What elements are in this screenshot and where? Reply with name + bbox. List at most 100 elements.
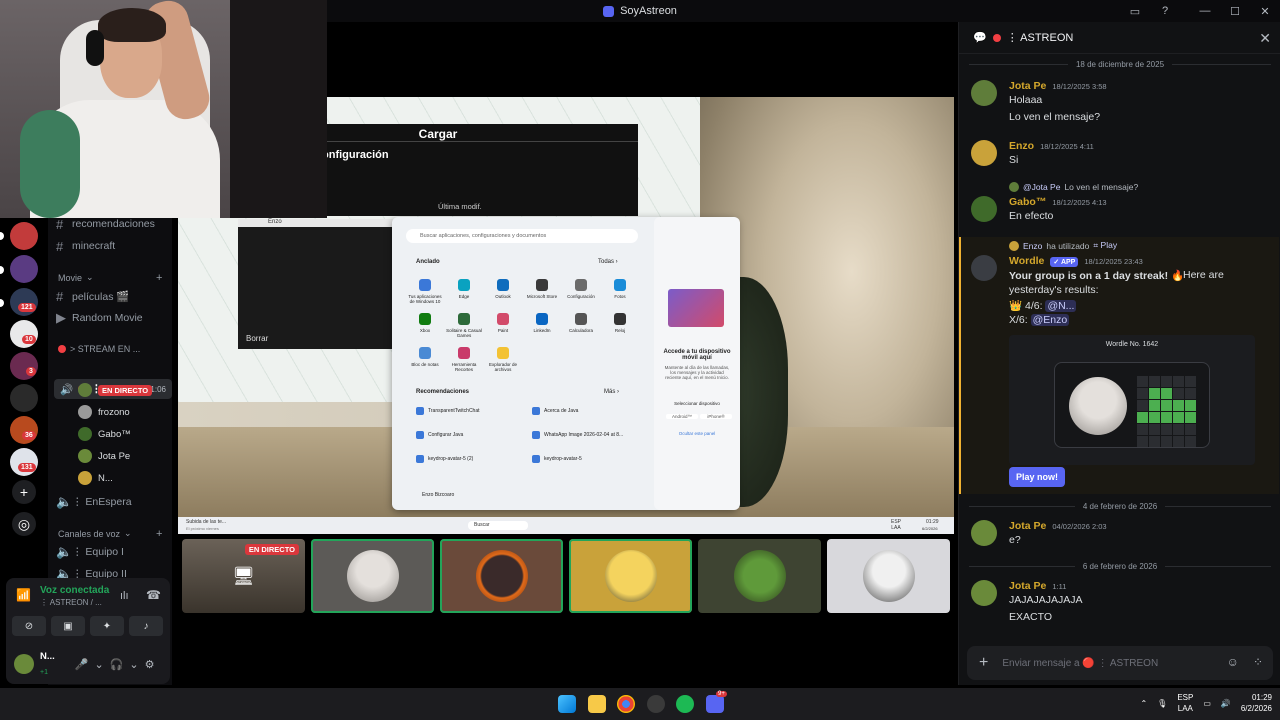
- language-indicator[interactable]: ESP LAA: [1177, 692, 1193, 714]
- stream-tile[interactable]: EN DIRECTO 🖥: [182, 539, 305, 613]
- avatar[interactable]: [971, 140, 997, 166]
- add-channel-icon[interactable]: +: [156, 528, 162, 540]
- voice-user-row[interactable]: frozono: [78, 402, 130, 422]
- voice-user-name: frozono: [98, 406, 130, 418]
- voice-user-row[interactable]: Gabo™: [78, 424, 131, 444]
- add-server-icon[interactable]: +: [12, 480, 36, 504]
- maximize-button[interactable]: ☐: [1220, 5, 1250, 18]
- chevron-down-icon[interactable]: ⌄: [94, 658, 103, 671]
- timestamp: 18/12/2025 4:11: [1040, 142, 1094, 151]
- activities-button[interactable]: ✦: [90, 616, 124, 636]
- emoji-icon[interactable]: ☺: [1227, 655, 1239, 669]
- voice-status[interactable]: Voz conectada: [40, 585, 109, 596]
- play-now-button[interactable]: Play now!: [1009, 467, 1065, 487]
- server-icon[interactable]: [10, 416, 38, 444]
- reply-reference[interactable]: @Jota Pe Lo ven el mensaje?: [1009, 182, 1138, 192]
- apps-icon[interactable]: ⁘: [1253, 655, 1263, 669]
- avatar[interactable]: [14, 654, 34, 674]
- chat-bubble-icon: 💬: [973, 32, 987, 44]
- voice-user-row[interactable]: EN DIRECTO: [78, 380, 153, 400]
- wordle-cell: [1137, 436, 1148, 447]
- recommendation-label: TransparentTwitchChat: [428, 408, 480, 414]
- author-name[interactable]: Jota Pe: [1009, 580, 1046, 592]
- channel-random-movie[interactable]: ▶ Random Movie: [56, 308, 143, 328]
- gear-icon[interactable]: ⚙: [145, 658, 155, 671]
- close-icon[interactable]: ✕: [1259, 30, 1271, 47]
- channel-en-espera[interactable]: 🔈 ⋮ EnEspera: [56, 492, 132, 512]
- discover-icon[interactable]: ◎: [12, 512, 36, 536]
- screen-share-button[interactable]: ▣: [51, 616, 85, 636]
- help-icon[interactable]: ?: [1150, 5, 1180, 17]
- category-label: > STREAM EN ...: [70, 344, 141, 354]
- add-attachment-icon[interactable]: +: [979, 654, 988, 672]
- volume-icon[interactable]: 🔊: [1221, 699, 1231, 708]
- soundboard-button[interactable]: ♪: [129, 616, 163, 636]
- server-icon[interactable]: [10, 222, 38, 250]
- category-stream[interactable]: > STREAM EN ...: [58, 344, 140, 354]
- wordle-cell: [1161, 376, 1172, 387]
- wordle-avatar[interactable]: [971, 255, 997, 281]
- author-name[interactable]: Gabo™: [1009, 196, 1046, 208]
- camera-button[interactable]: ⊘: [12, 616, 46, 636]
- recommendation-item: TransparentTwitchChat: [416, 407, 480, 415]
- live-badge: EN DIRECTO: [244, 544, 299, 555]
- reply-reference[interactable]: Enzo ha utilizado ⌗ Play: [1009, 240, 1117, 251]
- user-mention[interactable]: @N...: [1045, 300, 1077, 312]
- spotify-icon[interactable]: [676, 695, 694, 713]
- headphones-icon[interactable]: 🎧: [110, 658, 124, 671]
- minimize-button[interactable]: —: [1190, 5, 1220, 17]
- date-divider: 6 de febrero de 2026: [969, 560, 1271, 572]
- server-icon[interactable]: [10, 255, 38, 283]
- participant-tile[interactable]: [440, 539, 563, 613]
- date-divider: 4 de febrero de 2026: [969, 500, 1271, 512]
- chrome-icon[interactable]: [617, 695, 635, 713]
- chevron-down-icon[interactable]: ⌄: [129, 658, 138, 671]
- clock[interactable]: 01:29 6/2/2026: [1241, 692, 1272, 714]
- pinned-app: Edge: [445, 279, 483, 299]
- server-icon[interactable]: [10, 320, 38, 348]
- author-name[interactable]: Wordle: [1009, 255, 1044, 267]
- display-icon[interactable]: ▭: [1203, 699, 1211, 708]
- server-icon[interactable]: [10, 352, 38, 380]
- add-channel-icon[interactable]: +: [156, 272, 162, 284]
- message-input[interactable]: + Enviar mensaje a 🔴 ⋮ ASTREON ☺ ⁘: [967, 646, 1273, 680]
- participant-tile[interactable]: [569, 539, 692, 613]
- pinned-app: Calculadora: [562, 313, 600, 333]
- channel-peliculas[interactable]: # películas 🎬: [56, 286, 129, 306]
- microphone-icon[interactable]: 🎤: [75, 658, 89, 671]
- obs-icon[interactable]: [647, 695, 665, 713]
- discord-icon[interactable]: [706, 695, 724, 713]
- category-movie[interactable]: Movie ⌄ +: [58, 272, 162, 284]
- avatar[interactable]: [971, 520, 997, 546]
- chevron-up-icon[interactable]: ⌃: [1140, 699, 1147, 708]
- microphone-icon[interactable]: 🎙: [1157, 699, 1167, 708]
- category-voice[interactable]: Canales de voz ⌄ +: [58, 528, 162, 540]
- participant-tile[interactable]: [827, 539, 950, 613]
- app-label: Calculadora: [568, 328, 593, 333]
- timestamp: 18/12/2025 3:58: [1052, 82, 1107, 91]
- user-mention[interactable]: @Enzo: [1030, 314, 1070, 326]
- participant-tile[interactable]: [698, 539, 821, 613]
- avatar[interactable]: [971, 196, 997, 222]
- close-window-button[interactable]: ✕: [1250, 5, 1280, 18]
- iphone-option: iPhone®: [700, 414, 732, 419]
- disconnect-icon[interactable]: ☎: [146, 588, 161, 602]
- recommendation-label: keydrop-avatar-5 (2): [428, 456, 474, 462]
- server-badge: 121: [18, 303, 36, 312]
- avatar: [862, 550, 915, 602]
- file-explorer-icon[interactable]: [588, 695, 606, 713]
- voice-user-row[interactable]: Jota Pe: [78, 446, 130, 466]
- participant-tile[interactable]: [311, 539, 434, 613]
- author-name[interactable]: Jota Pe: [1009, 520, 1046, 532]
- start-icon[interactable]: [558, 695, 576, 713]
- author-name[interactable]: Jota Pe: [1009, 80, 1046, 92]
- inbox-icon[interactable]: ▭: [1120, 5, 1150, 18]
- author-name[interactable]: Enzo: [1009, 140, 1034, 152]
- noise-icon[interactable]: ılı: [120, 590, 129, 602]
- channel-equipo-1[interactable]: 🔈 ⋮ Equipo I: [56, 542, 124, 562]
- avatar[interactable]: [971, 80, 997, 106]
- server-icon[interactable]: [10, 384, 38, 412]
- channel-minecraft[interactable]: # minecraft: [56, 236, 115, 256]
- avatar[interactable]: [971, 580, 997, 606]
- voice-user-row[interactable]: N...: [78, 468, 113, 488]
